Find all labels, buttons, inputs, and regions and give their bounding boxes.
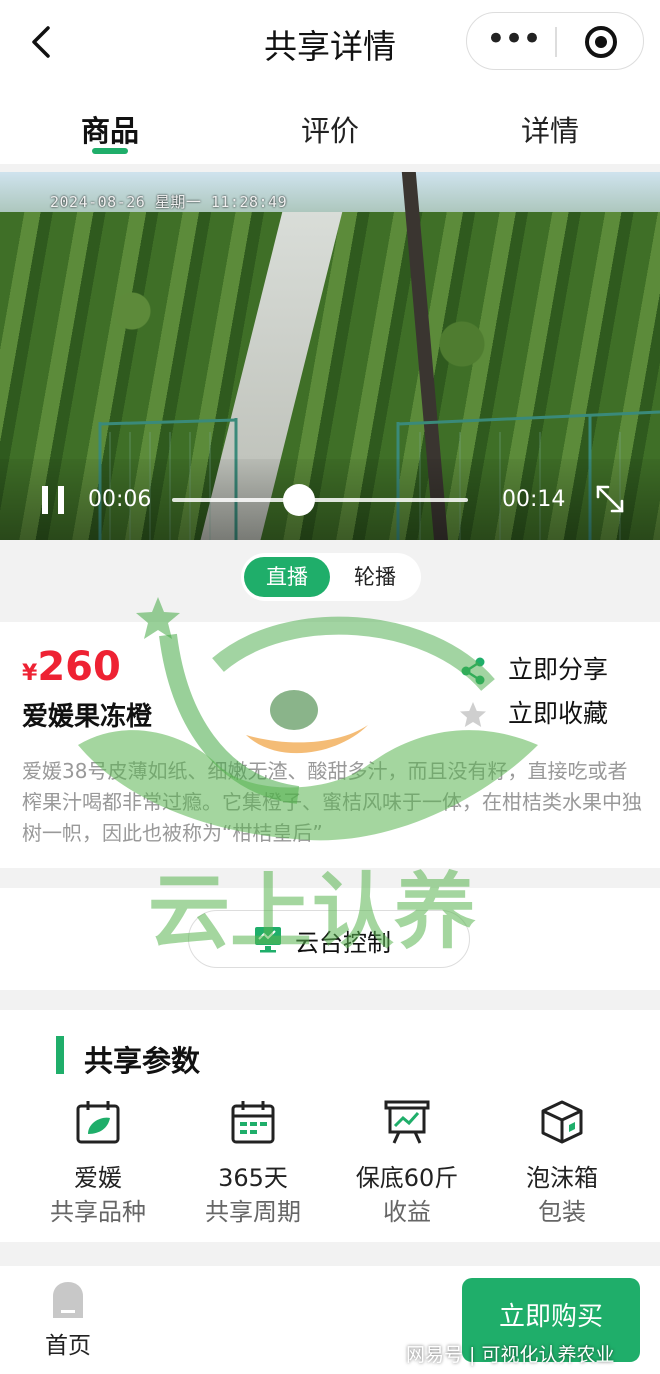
calendar-leaf-icon <box>76 1101 120 1144</box>
home-label: 首页 <box>45 1333 91 1359</box>
param-yield: 保底60斤 收益 <box>329 1098 485 1230</box>
param-value: 保底60斤 <box>355 1164 459 1192</box>
progress-track[interactable] <box>172 498 468 502</box>
share-button[interactable]: 立即分享 <box>458 650 608 686</box>
param-value: 365天 <box>218 1164 288 1192</box>
star-icon <box>460 702 486 727</box>
tab-reviews[interactable]: 评价 <box>270 108 390 150</box>
product-description: 爱媛38号皮薄如纸、细嫩无渣、酸甜多汁，而且没有籽，直接吃或者榨果汁喝都非常过瘾… <box>22 759 642 845</box>
home-button[interactable]: 首页 <box>30 1280 106 1360</box>
price-value: 260 <box>37 644 121 690</box>
mini-program-capsule: ••• <box>466 12 644 70</box>
source-credit: 网易号 | 可视化认养农业 <box>406 1344 615 1366</box>
favorite-label: 立即收藏 <box>508 699 609 728</box>
capsule-divider <box>555 27 557 57</box>
param-value: 泡沫箱 <box>526 1164 598 1192</box>
share-icon <box>461 657 485 685</box>
tab-active-indicator <box>92 148 128 154</box>
tab-goods[interactable]: 商品 <box>50 108 170 150</box>
share-label: 立即分享 <box>508 655 609 684</box>
param-value: 爱媛 <box>74 1164 122 1192</box>
fullscreen-icon[interactable] <box>592 481 628 517</box>
calendar-icon <box>231 1101 275 1144</box>
ptz-area: 云台控制 <box>0 888 660 990</box>
product-card: ¥260 爱媛果冻橙 立即分享 立即收藏 爱媛38号皮薄如纸、细嫩无渣、酸甜多汁… <box>0 622 660 868</box>
share-params-section: 共享参数 爱媛 共享品种 365天 共享周期 保底60斤 收益 泡沫箱 包装 <box>0 1010 660 1242</box>
video-player[interactable]: 2024-08-26 星期一 11:28:49 00:06 00:14 <box>0 172 660 540</box>
monitor-icon <box>255 927 281 953</box>
favorite-button[interactable]: 立即收藏 <box>458 694 608 730</box>
param-variety: 爱媛 共享品种 <box>20 1098 176 1230</box>
section-title: 共享参数 <box>84 1044 201 1078</box>
target-icon[interactable] <box>585 26 617 58</box>
video-controls: 00:06 00:14 <box>0 459 660 540</box>
total-time: 00:14 <box>502 487 566 512</box>
more-dots-icon[interactable]: ••• <box>485 22 542 62</box>
section-accent-bar <box>56 1036 64 1074</box>
tab-bar: 商品 评价 详情 <box>0 88 660 164</box>
param-key: 共享品种 <box>50 1198 146 1226</box>
param-key: 包装 <box>538 1198 586 1226</box>
param-period: 365天 共享周期 <box>175 1098 331 1230</box>
bottom-bar: 首页 立即购买 网易号 | 可视化认养农业 <box>0 1266 660 1374</box>
product-price: ¥260 <box>22 644 121 690</box>
mode-toggle: 直播 轮播 <box>241 553 421 601</box>
ptz-label: 云台控制 <box>295 929 391 957</box>
tab-details[interactable]: 详情 <box>490 108 610 150</box>
home-icon <box>53 1282 83 1318</box>
param-key: 共享周期 <box>205 1198 301 1226</box>
currency-symbol: ¥ <box>22 661 38 686</box>
product-name: 爱媛果冻橙 <box>22 702 153 732</box>
current-time: 00:06 <box>88 487 152 512</box>
mode-live-button[interactable]: 直播 <box>244 557 330 597</box>
param-packaging: 泡沫箱 包装 <box>484 1098 640 1230</box>
top-bar: 共享详情 ••• <box>0 0 660 88</box>
box-icon <box>541 1100 583 1144</box>
mode-area: 直播 轮播 <box>0 540 660 622</box>
param-key: 收益 <box>383 1198 431 1226</box>
mode-carousel-button[interactable]: 轮播 <box>333 557 417 597</box>
ptz-control-button[interactable]: 云台控制 <box>188 910 470 968</box>
video-timestamp: 2024-08-26 星期一 11:28:49 <box>50 193 288 211</box>
progress-knob[interactable] <box>283 484 316 516</box>
pause-icon[interactable] <box>40 486 66 514</box>
chart-board-icon <box>384 1100 430 1144</box>
